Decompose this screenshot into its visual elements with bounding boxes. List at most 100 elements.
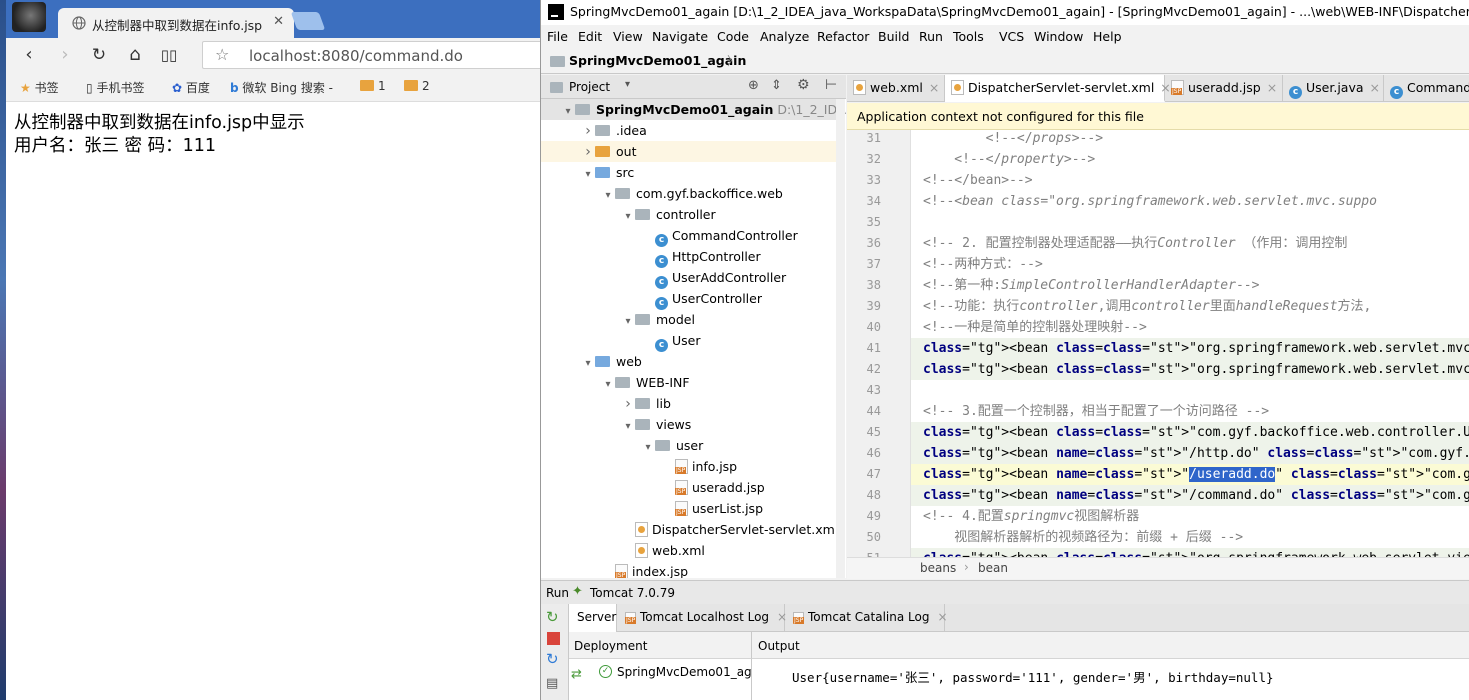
stop-icon[interactable]: [547, 632, 560, 645]
tab-web-xml[interactable]: web.xml ×: [847, 75, 945, 102]
code-line[interactable]: class="tg"><bean name=class="st">"/comma…: [911, 485, 1469, 506]
expanded-arrow-icon[interactable]: ▾: [601, 374, 615, 395]
bookmark-folder-2[interactable]: 2: [404, 79, 430, 93]
tree-item[interactable]: userList.jsp: [541, 498, 836, 519]
code-line[interactable]: class="tg"><bean name=class="st">"/http.…: [911, 443, 1469, 464]
menu-tools[interactable]: Tools: [953, 29, 984, 44]
code-line[interactable]: class="tg"><bean name=class="st">"/usera…: [911, 464, 1469, 485]
expanded-arrow-icon[interactable]: ▾: [641, 437, 655, 458]
code-editor[interactable]: <!--</props>--> <!--</property>--> <!--</…: [911, 130, 1469, 557]
tree-item[interactable]: c CommandController: [541, 225, 836, 247]
code-line[interactable]: 视图解析器解析的视频路径为：前缀 + 后缀 -->: [923, 527, 1243, 548]
project-scrollbar[interactable]: [836, 99, 845, 578]
expanded-arrow-icon[interactable]: ▾: [621, 206, 635, 227]
collapsed-arrow-icon[interactable]: ›: [581, 121, 595, 142]
rerun-icon[interactable]: ↻: [546, 608, 559, 626]
tree-item[interactable]: DispatcherServlet-servlet.xml: [541, 519, 838, 540]
menu-help[interactable]: Help: [1093, 29, 1122, 44]
tree-item[interactable]: ▾ model: [541, 309, 836, 330]
tree-item[interactable]: index.jsp: [541, 561, 836, 578]
code-line[interactable]: <!--第一种:SimpleControllerHandlerAdapter--…: [923, 275, 1259, 296]
deployment-item[interactable]: SpringMvcDemo01_again: [617, 665, 751, 679]
tree-item[interactable]: c UserAddController: [541, 267, 836, 289]
code-line[interactable]: <!--</bean>-->: [923, 170, 1033, 191]
code-line[interactable]: class="tg"><bean class=class="st">"com.g…: [911, 422, 1469, 443]
address-bar[interactable]: ☆ localhost:8080/command.do: [202, 41, 540, 69]
tree-item[interactable]: c HttpController: [541, 246, 836, 268]
deploy-icon[interactable]: ⇄: [571, 667, 582, 682]
tab-tomcat-localhost-log[interactable]: Tomcat Localhost Log×: [617, 604, 787, 632]
tree-item[interactable]: web.xml: [541, 540, 836, 561]
output-console[interactable]: User{username='张三', password='111', gend…: [752, 659, 1469, 700]
collapsed-arrow-icon[interactable]: ›: [581, 142, 595, 163]
tree-item[interactable]: ▾ WEB-INF: [541, 372, 836, 393]
tree-item[interactable]: ▾ controller: [541, 204, 836, 225]
tree-item[interactable]: ▾ src: [541, 162, 836, 183]
close-icon[interactable]: ×: [1267, 80, 1277, 95]
reader-icon[interactable]: ▯▯: [156, 42, 182, 68]
code-line[interactable]: <!--两种方式：-->: [923, 254, 1043, 275]
menu-analyze[interactable]: Analyze: [760, 29, 809, 44]
menu-code[interactable]: Code: [717, 29, 749, 44]
hide-panel-icon[interactable]: ⊢: [825, 77, 837, 93]
tree-item[interactable]: › lib: [541, 393, 836, 414]
menu-file[interactable]: File: [547, 29, 568, 44]
menu-build[interactable]: Build: [878, 29, 909, 44]
code-line[interactable]: class="tg"><bean class=class="st">"org.s…: [911, 338, 1469, 359]
reload-icon[interactable]: ↻: [86, 42, 112, 68]
menu-refactor[interactable]: Refactor: [817, 29, 869, 44]
bookmark-item-baidu[interactable]: ✿ 百度: [172, 79, 210, 96]
forward-icon[interactable]: ›: [52, 42, 78, 68]
code-line[interactable]: <!-- 2. 配置控制器处理适配器——执行Controller （作用：调用控…: [923, 233, 1347, 254]
bookmark-item-mobile[interactable]: ▯ 手机书签: [86, 79, 144, 96]
code-line[interactable]: class="tg"><bean class=class="st">"org.s…: [911, 359, 1469, 380]
bookmark-folder-1[interactable]: 1: [360, 79, 386, 93]
menu-navigate[interactable]: Navigate: [652, 29, 708, 44]
browser-tab[interactable]: 从控制器中取到数据在info.jsp中 ✕: [58, 8, 294, 38]
home-icon[interactable]: ⌂: [122, 42, 148, 68]
layout-icon[interactable]: ▤: [546, 676, 558, 691]
expanded-arrow-icon[interactable]: ▾: [581, 353, 595, 374]
close-tab-icon[interactable]: ✕: [273, 14, 284, 29]
tree-item[interactable]: › out: [541, 141, 836, 162]
menu-run[interactable]: Run: [919, 29, 943, 44]
expanded-arrow-icon[interactable]: ▾: [581, 164, 595, 185]
tree-item[interactable]: ▾SpringMvcDemo01_again D:\1_2_IDEA_java: [541, 99, 846, 120]
expanded-arrow-icon[interactable]: ▾: [621, 416, 635, 437]
tab-dispatcherservlet-xml[interactable]: DispatcherServlet-servlet.xml ×: [945, 75, 1171, 102]
tree-item[interactable]: ▾ user: [541, 435, 836, 456]
menu-edit[interactable]: Edit: [578, 29, 602, 44]
menu-view[interactable]: View: [613, 29, 643, 44]
collapsed-arrow-icon[interactable]: ›: [621, 394, 635, 415]
tab-command[interactable]: c Command: [1384, 75, 1469, 102]
tree-item[interactable]: c UserController: [541, 288, 836, 310]
dropdown-icon[interactable]: ▾: [625, 79, 630, 90]
tree-item[interactable]: useradd.jsp: [541, 477, 836, 498]
project-view-selector[interactable]: Project: [569, 80, 610, 94]
crumb-beans[interactable]: beans: [920, 561, 956, 575]
back-icon[interactable]: ‹: [16, 42, 42, 68]
close-icon[interactable]: ×: [929, 80, 939, 95]
code-line[interactable]: <!--</props>-->: [923, 130, 1103, 149]
tree-item[interactable]: c User: [541, 330, 836, 352]
collapse-icon[interactable]: ⇕: [771, 78, 782, 93]
nav-breadcrumb[interactable]: SpringMvcDemo01_again: [569, 53, 746, 68]
menu-window[interactable]: Window: [1034, 29, 1083, 44]
tree-item[interactable]: info.jsp: [541, 456, 836, 477]
code-line[interactable]: <!--功能：执行controller,调用controller里面handle…: [923, 296, 1371, 317]
code-line[interactable]: <!--</property>-->: [923, 149, 1095, 170]
close-icon[interactable]: ×: [1370, 80, 1380, 95]
tree-item[interactable]: ▾ com.gyf.backoffice.web: [541, 183, 836, 204]
bookmark-star-icon[interactable]: ☆: [215, 45, 229, 64]
tab-useradd-jsp[interactable]: useradd.jsp×: [1165, 75, 1283, 102]
code-line[interactable]: class="tg"><bean class=class="st">"org.s…: [911, 548, 1469, 557]
expanded-arrow-icon[interactable]: ▾: [621, 311, 635, 332]
profile-avatar[interactable]: [12, 2, 46, 32]
run-config-name[interactable]: Tomcat 7.0.79: [590, 586, 675, 600]
locate-icon[interactable]: ⊕: [748, 78, 759, 93]
tab-server[interactable]: Server: [569, 604, 617, 632]
tab-user-java[interactable]: c User.java ×: [1283, 75, 1384, 102]
tree-item[interactable]: ▾ views: [541, 414, 836, 435]
code-line[interactable]: <!--一种是简单的控制器处理映射-->: [923, 317, 1147, 338]
tree-item[interactable]: › .idea: [541, 120, 836, 141]
